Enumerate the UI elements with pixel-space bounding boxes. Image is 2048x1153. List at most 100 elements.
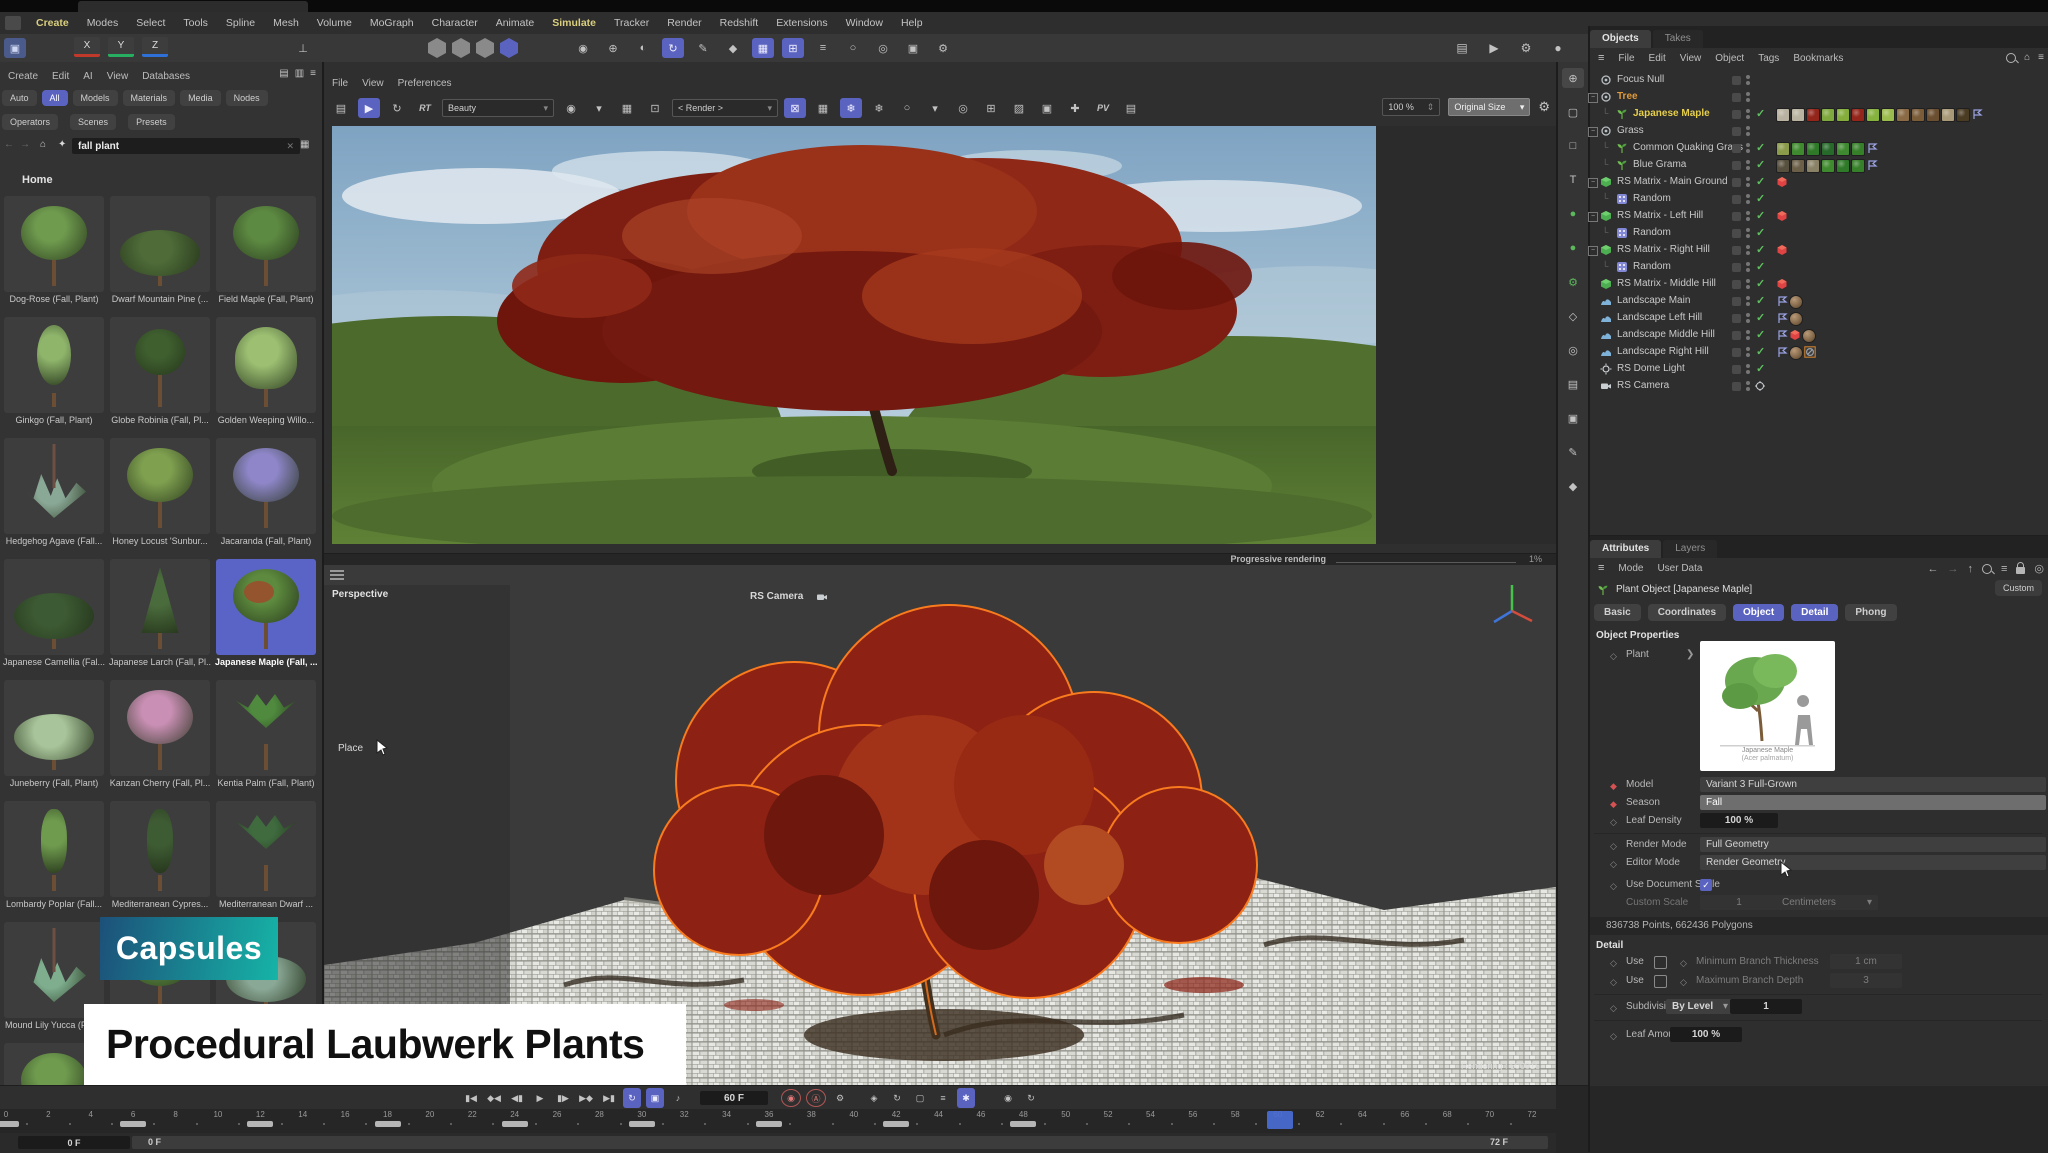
axis-x-button[interactable]: X xyxy=(74,37,100,57)
axis-tool-icon[interactable]: ⊥ xyxy=(292,38,314,58)
rs-camera-label[interactable]: RS Camera xyxy=(750,591,803,602)
list-view-icon[interactable]: ▥ xyxy=(295,68,304,79)
region-icon[interactable]: ○ xyxy=(896,98,918,118)
enabled-check-icon[interactable]: ✓ xyxy=(1756,243,1765,256)
loop-button[interactable]: ↻ xyxy=(623,1088,641,1108)
text-tool-icon[interactable]: T xyxy=(1562,170,1584,190)
om-tab-takes[interactable]: Takes xyxy=(1653,30,1703,48)
filter-grid-icon[interactable]: ▦ xyxy=(300,139,309,150)
rv-menu-file[interactable]: File xyxy=(332,78,348,89)
object-row[interactable]: Landscape Left Hill✓ xyxy=(1590,310,2048,327)
material-swatch[interactable] xyxy=(1806,159,1820,173)
om-menu-bookmarks[interactable]: Bookmarks xyxy=(1793,53,1843,64)
attr-forward-icon[interactable]: → xyxy=(1947,563,1958,575)
render-active-icon[interactable]: ◎ xyxy=(872,38,894,58)
object-row[interactable]: RS Dome Light✓ xyxy=(1590,361,2048,378)
visibility-dots[interactable] xyxy=(1746,347,1750,359)
material-swatch[interactable] xyxy=(1881,108,1895,122)
material-swatch[interactable] xyxy=(1926,108,1940,122)
play-button[interactable]: ▶ xyxy=(531,1088,549,1108)
freeze-g-icon[interactable]: ❄ xyxy=(868,98,890,118)
range-start-field[interactable]: 0 F xyxy=(18,1136,130,1149)
material-swatch[interactable] xyxy=(1776,108,1790,122)
object-row[interactable]: RS Camera xyxy=(1590,378,2048,395)
visibility-dots[interactable] xyxy=(1746,245,1750,257)
plant-thumbnail[interactable]: Japanese Maple (Acer palmatum) xyxy=(1700,641,1835,771)
om-search-icon[interactable] xyxy=(2006,53,2016,63)
enabled-check-icon[interactable]: ✓ xyxy=(1756,141,1765,154)
flag-tag[interactable] xyxy=(1776,329,1788,341)
visibility-square[interactable] xyxy=(1732,110,1741,119)
asset-thumbnail[interactable] xyxy=(4,317,104,413)
om-tab-objects[interactable]: Objects xyxy=(1590,30,1651,48)
zoom-fit-icon[interactable]: ⊞ xyxy=(980,98,1002,118)
enabled-check-icon[interactable]: ✓ xyxy=(1756,345,1765,358)
attr-tab-attributes[interactable]: Attributes xyxy=(1590,540,1661,558)
rt-toggle[interactable]: RT xyxy=(414,98,436,118)
balloon-hex-icon[interactable] xyxy=(452,38,470,58)
menu-render[interactable]: Render xyxy=(667,17,701,29)
rs-tag[interactable] xyxy=(1789,329,1801,341)
layers-icon[interactable]: ▤ xyxy=(1562,374,1584,394)
subdivision-mode-dropdown[interactable]: By Level▾ xyxy=(1666,999,1734,1014)
asset-thumbnail[interactable] xyxy=(216,559,316,655)
sphere-icon[interactable]: ● xyxy=(1562,204,1584,224)
playhead[interactable] xyxy=(1267,1111,1293,1129)
camera-target-icon[interactable] xyxy=(1754,380,1766,392)
asset-thumbnail[interactable] xyxy=(216,317,316,413)
attr-search-icon[interactable] xyxy=(1982,564,1992,574)
visibility-square[interactable] xyxy=(1732,246,1741,255)
menu-mesh[interactable]: Mesh xyxy=(273,17,299,29)
pen-icon[interactable]: ✎ xyxy=(1562,442,1584,462)
material-swatch[interactable] xyxy=(1911,108,1925,122)
asset-thumbnail[interactable] xyxy=(4,559,104,655)
visibility-square[interactable] xyxy=(1732,280,1741,289)
record-button[interactable]: ◉ xyxy=(781,1089,801,1107)
texture-ball-tag[interactable] xyxy=(1789,295,1803,309)
render-pv-icon-2[interactable]: ▶ xyxy=(1483,38,1505,58)
flag-tag[interactable] xyxy=(1776,346,1788,358)
ab-menu-create[interactable]: Create xyxy=(8,71,38,82)
visibility-square[interactable] xyxy=(1732,382,1741,391)
region-dropdown-icon[interactable]: ▾ xyxy=(924,98,946,118)
attr-menu-user-data[interactable]: User Data xyxy=(1657,563,1702,574)
menu-tools[interactable]: Tools xyxy=(183,17,208,29)
filter-tab-auto[interactable]: Auto xyxy=(2,90,37,106)
key-position-button[interactable]: ◈ xyxy=(865,1088,883,1108)
attr-target-icon[interactable]: ◎ xyxy=(2034,562,2044,575)
enabled-check-icon[interactable]: ✓ xyxy=(1756,107,1765,120)
filter-tab-all[interactable]: All xyxy=(42,90,68,106)
visibility-square[interactable] xyxy=(1732,144,1741,153)
material-swatch[interactable] xyxy=(1851,108,1865,122)
lock-icon[interactable]: ⊠ xyxy=(784,98,806,118)
menu-animate[interactable]: Animate xyxy=(496,17,535,29)
grid-view-icon[interactable]: ▤ xyxy=(279,68,288,79)
asset-thumbnail[interactable] xyxy=(4,680,104,776)
last-tool-icon[interactable]: ✎ xyxy=(692,38,714,58)
filter-tab-nodes[interactable]: Nodes xyxy=(226,90,268,106)
back-icon[interactable]: ← xyxy=(4,139,14,150)
sound-button[interactable]: ♪ xyxy=(669,1088,687,1108)
visibility-square[interactable] xyxy=(1732,195,1741,204)
asset-thumbnail[interactable] xyxy=(110,801,210,897)
render-mode-dropdown[interactable]: Full Geometry xyxy=(1700,837,2046,852)
enabled-check-icon[interactable]: ✓ xyxy=(1756,277,1765,290)
material-swatch[interactable] xyxy=(1791,108,1805,122)
crop-icon[interactable]: ⊡ xyxy=(644,98,666,118)
leaf-density-field[interactable]: 100 % xyxy=(1700,813,1778,828)
redshift-icon[interactable]: ● xyxy=(1547,38,1569,58)
object-row[interactable]: Landscape Right Hill✓ xyxy=(1590,344,2048,361)
visibility-square[interactable] xyxy=(1732,314,1741,323)
om-menu-file[interactable]: File xyxy=(1618,53,1634,64)
camera-lock-icon[interactable]: ▣ xyxy=(1562,408,1584,428)
visibility-square[interactable] xyxy=(1732,178,1741,187)
move-axis-icon[interactable]: ⊕ xyxy=(1562,68,1584,88)
visibility-square[interactable] xyxy=(1732,297,1741,306)
menu-select[interactable]: Select xyxy=(136,17,165,29)
range-button[interactable]: ▣ xyxy=(646,1088,664,1108)
export-icon[interactable]: ▤ xyxy=(1120,98,1142,118)
rs-tag[interactable] xyxy=(1776,210,1788,222)
menu-volume[interactable]: Volume xyxy=(317,17,352,29)
enabled-check-icon[interactable]: ✓ xyxy=(1756,175,1765,188)
rotate-icon[interactable]: ↻ xyxy=(662,38,684,58)
